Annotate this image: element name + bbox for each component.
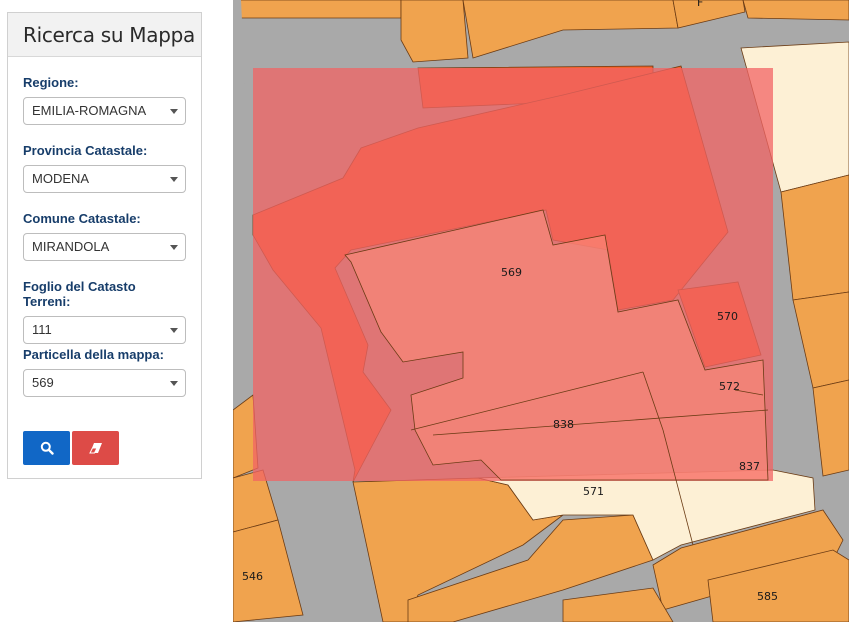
building-block (672, 0, 746, 29)
comune-value: MIRANDOLA (32, 239, 110, 254)
parcel-label-837: 837 (739, 460, 760, 473)
building-block (780, 174, 849, 301)
parcel-label-f: F (697, 0, 703, 9)
regione-select[interactable]: EMILIA-ROMAGNA (23, 97, 186, 125)
panel-title: Ricerca su Mappa (23, 23, 195, 47)
search-button[interactable] (23, 431, 70, 465)
provincia-select[interactable]: MODENA (23, 165, 186, 193)
particella-select[interactable]: 569 (23, 369, 186, 397)
building-block (233, 0, 402, 19)
building-block (400, 0, 469, 63)
parcel-label-569: 569 (501, 266, 522, 279)
foglio-label: Foglio del Catasto Terreni: (23, 279, 136, 309)
regione-value: EMILIA-ROMAGNA (32, 103, 147, 118)
comune-label: Comune Catastale: (23, 211, 141, 226)
panel-header: Ricerca su Mappa (8, 13, 201, 57)
caret-down-icon (170, 381, 178, 386)
caret-down-icon (170, 109, 178, 114)
foglio-select[interactable]: 111 (23, 316, 186, 344)
building-block (742, 0, 849, 21)
particella-value: 569 (32, 375, 54, 390)
provincia-field: Provincia Catastale: MODENA (23, 143, 186, 193)
eraser-icon (88, 443, 102, 454)
caret-down-icon (170, 245, 178, 250)
provincia-value: MODENA (32, 171, 90, 186)
comune-field: Comune Catastale: MIRANDOLA (23, 211, 186, 261)
parcel-label-838: 838 (553, 418, 574, 431)
foglio-field: Foglio del Catasto Terreni: 111 (23, 279, 186, 344)
foglio-value: 111 (32, 322, 52, 337)
caret-down-icon (170, 177, 178, 182)
regione-field: Regione: EMILIA-ROMAGNA (23, 75, 186, 125)
particella-label: Particella della mappa: (23, 347, 164, 362)
cadastral-map[interactable]: 569 570 572 838 837 571 546 585 F (233, 0, 849, 622)
provincia-label: Provincia Catastale: (23, 143, 148, 158)
building-block (812, 379, 849, 477)
parcel-label-570: 570 (717, 310, 738, 323)
search-panel: Ricerca su Mappa Regione: EMILIA-ROMAGNA… (7, 12, 202, 479)
comune-select[interactable]: MIRANDOLA (23, 233, 186, 261)
regione-label: Regione: (23, 75, 79, 90)
search-icon (40, 441, 54, 455)
parcel-label-585: 585 (757, 590, 778, 603)
parcel-label-546: 546 (242, 570, 263, 583)
parcel-label-571: 571 (583, 485, 604, 498)
parcel-label-572: 572 (719, 380, 740, 393)
particella-field: Particella della mappa: 569 (23, 347, 186, 397)
building-block (462, 0, 679, 59)
building-block (562, 587, 674, 622)
caret-down-icon (170, 328, 178, 333)
map-canvas: 569 570 572 838 837 571 546 585 F (233, 0, 849, 622)
building-block (792, 291, 849, 389)
clear-button[interactable] (72, 431, 119, 465)
building-block (233, 0, 248, 160)
